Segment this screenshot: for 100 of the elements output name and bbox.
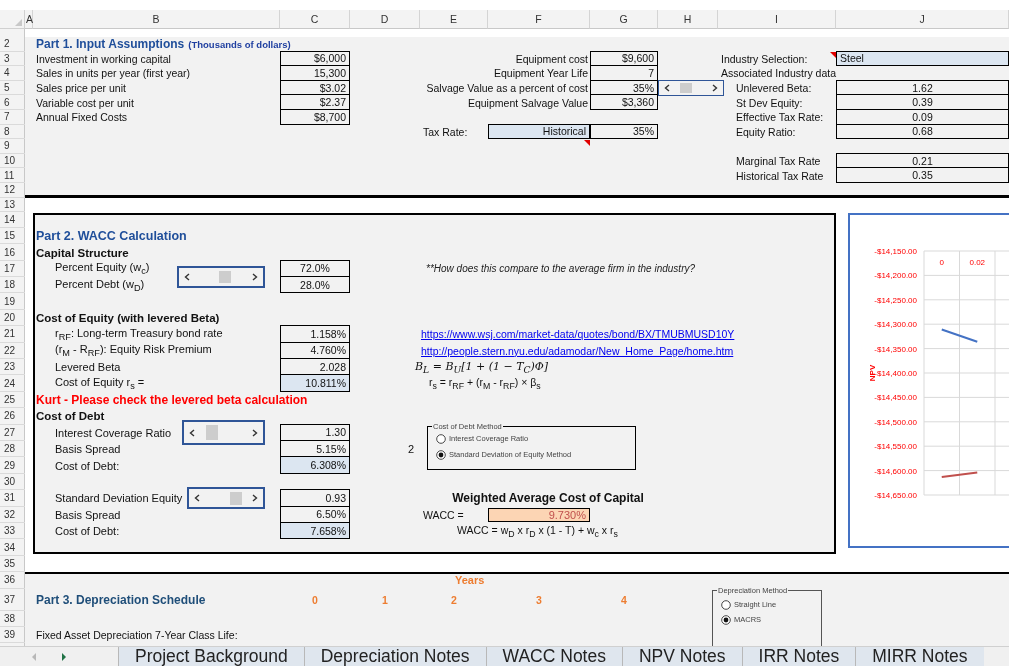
column-header[interactable]: H — [658, 10, 718, 29]
section-title: Part 3. Depreciation Schedule — [35, 591, 207, 609]
row-number[interactable]: 24 — [0, 375, 25, 392]
radio-button[interactable] — [436, 433, 446, 444]
row-number[interactable]: 14 — [0, 211, 25, 228]
chevron-right-icon[interactable] — [252, 273, 258, 282]
subheading: Cost of Equity (with levered Beta) — [35, 311, 221, 327]
data-label: Historical Tax Rate — [735, 168, 825, 183]
row-number[interactable]: 22 — [0, 342, 25, 360]
subheading: Cost of Debt — [35, 409, 106, 425]
data-cell: 28.0% — [280, 276, 350, 294]
input-label: Equipment Salvage Value — [466, 95, 589, 110]
axis-tick-label: -$14,150.00 — [874, 246, 917, 256]
row-number[interactable]: 19 — [0, 293, 25, 310]
input-cell[interactable]: 7 — [590, 65, 658, 81]
row-number[interactable]: 25 — [0, 391, 25, 409]
row-number[interactable]: 35 — [0, 555, 25, 573]
axis-tick-label: -$14,600.00 — [874, 466, 917, 476]
radio-button[interactable] — [721, 614, 731, 625]
radio-button[interactable] — [436, 449, 446, 460]
row-number[interactable]: 28 — [0, 441, 25, 458]
sheet-tab[interactable]: IRR Notes — [741, 646, 856, 666]
input-label: Equipment cost — [514, 51, 589, 67]
axis-tick-label: 0 — [939, 257, 944, 267]
row-number[interactable]: 33 — [0, 522, 25, 540]
input-cell[interactable]: $3.02 — [280, 79, 350, 96]
column-header[interactable]: E — [420, 10, 488, 29]
row-number[interactable]: 21 — [0, 326, 25, 343]
column-header[interactable]: D — [350, 10, 420, 29]
scroll-thumb[interactable] — [205, 425, 218, 441]
input-cell[interactable]: $2.37 — [280, 94, 350, 110]
scroll-bar[interactable] — [658, 80, 724, 97]
input-cell[interactable]: 15,300 — [280, 65, 350, 81]
data-cell: 6.308% — [280, 456, 350, 474]
scroll-bar[interactable] — [187, 487, 265, 510]
axis-tick-label: -$14,350.00 — [874, 344, 917, 354]
axis-tick-label: 0.02 — [969, 257, 986, 267]
row-number[interactable]: 29 — [0, 457, 25, 474]
input-label: Basis Spread — [55, 443, 121, 456]
input-label: Variable cost per unit — [35, 95, 135, 110]
data-label: Unlevered Beta: — [735, 81, 813, 96]
row-number[interactable]: 13 — [0, 197, 25, 212]
data-cell: 0.35 — [836, 167, 1009, 183]
row-number[interactable]: 30 — [0, 473, 25, 491]
sheet-tab[interactable]: MIRR Notes — [855, 646, 984, 666]
row-number[interactable]: 17 — [0, 260, 25, 278]
hyperlink[interactable]: http://people.stern.nyu.edu/adamodar/New_Home_Page/home.htm — [421, 344, 734, 357]
row-number[interactable]: 20 — [0, 309, 25, 327]
scroll-thumb[interactable] — [219, 270, 232, 284]
scroll-bar[interactable] — [182, 420, 265, 446]
input-label: Annual Fixed Costs — [35, 110, 129, 125]
chevron-left-icon[interactable] — [194, 494, 200, 503]
radio-button[interactable] — [721, 599, 731, 610]
column-header[interactable]: C — [280, 10, 350, 29]
row-number[interactable]: 23 — [0, 359, 25, 376]
row-number[interactable]: 26 — [0, 408, 25, 425]
scroll-right-icon[interactable] — [60, 651, 68, 662]
chevron-left-icon[interactable] — [664, 84, 670, 93]
input-label: Cost of Equity r$_{s}$ = — [54, 375, 146, 392]
input-cell[interactable]: $3,360 — [590, 94, 658, 110]
sheet-tab[interactable]: Project Background — [118, 646, 304, 666]
chevron-right-icon[interactable] — [252, 428, 258, 437]
data-cell: 0.21 — [836, 152, 1009, 169]
hyperlink[interactable]: https://www.wsj.com/market-data/quotes/bond/BX/TMUBMUSD10Y — [421, 328, 735, 341]
column-header[interactable]: J — [836, 10, 1009, 29]
sheet-tab[interactable]: Depreciation Notes — [303, 646, 486, 666]
column-header[interactable]: B — [33, 10, 280, 29]
input-label: Sales in units per year (first year) — [35, 66, 192, 81]
row-number[interactable]: 31 — [0, 490, 25, 507]
scroll-bar[interactable] — [177, 266, 265, 289]
chevron-left-icon[interactable] — [184, 273, 190, 282]
chevron-right-icon[interactable] — [252, 494, 258, 503]
input-cell[interactable]: 35% — [590, 123, 658, 140]
input-label: Cost of Debt: — [55, 459, 120, 472]
input-label: Standard Deviation Equity — [55, 492, 183, 505]
row-number[interactable]: 27 — [0, 424, 25, 441]
scroll-thumb[interactable] — [680, 83, 693, 93]
axis-tick-label: -$14,250.00 — [874, 295, 917, 305]
row-number[interactable]: 34 — [0, 539, 25, 556]
input-cell[interactable]: $6,000 — [280, 50, 350, 67]
row-number[interactable]: 15 — [0, 227, 25, 245]
column-header[interactable]: G — [590, 10, 658, 29]
data-cell: 1.158% — [280, 325, 350, 343]
formula-text: r$_{s}$ = r$_{RF}$ + (r$_{M}$ - r$_{RF}$) × β$_{s}$ — [428, 375, 542, 392]
row-number[interactable]: 18 — [0, 277, 25, 294]
chevron-left-icon[interactable] — [189, 428, 195, 437]
subheading: Associated Industry data — [720, 66, 837, 81]
sheet-tab[interactable]: NPV Notes — [621, 646, 742, 666]
column-header[interactable]: F — [488, 10, 590, 29]
subheading: Weighted Average Cost of Capital — [451, 490, 645, 507]
scroll-thumb[interactable] — [230, 492, 243, 505]
formula-text: WACC = w$_{D}$ x r$_{D}$ x (1 - T) + w$_{c}$ x r$_{s}$ — [456, 522, 619, 540]
input-label: (r$_{M}$ - R$_{RF}$): Equity Risk Premium — [54, 342, 213, 360]
chevron-right-icon[interactable] — [712, 84, 718, 93]
input-cell[interactable]: $9,600 — [590, 50, 658, 67]
row-number[interactable]: 16 — [0, 244, 25, 261]
sheet-tab[interactable]: WACC Notes — [485, 646, 622, 666]
input-cell[interactable]: $8,700 — [280, 108, 350, 125]
column-header[interactable]: I — [718, 10, 836, 29]
row-number[interactable]: 32 — [0, 506, 25, 523]
